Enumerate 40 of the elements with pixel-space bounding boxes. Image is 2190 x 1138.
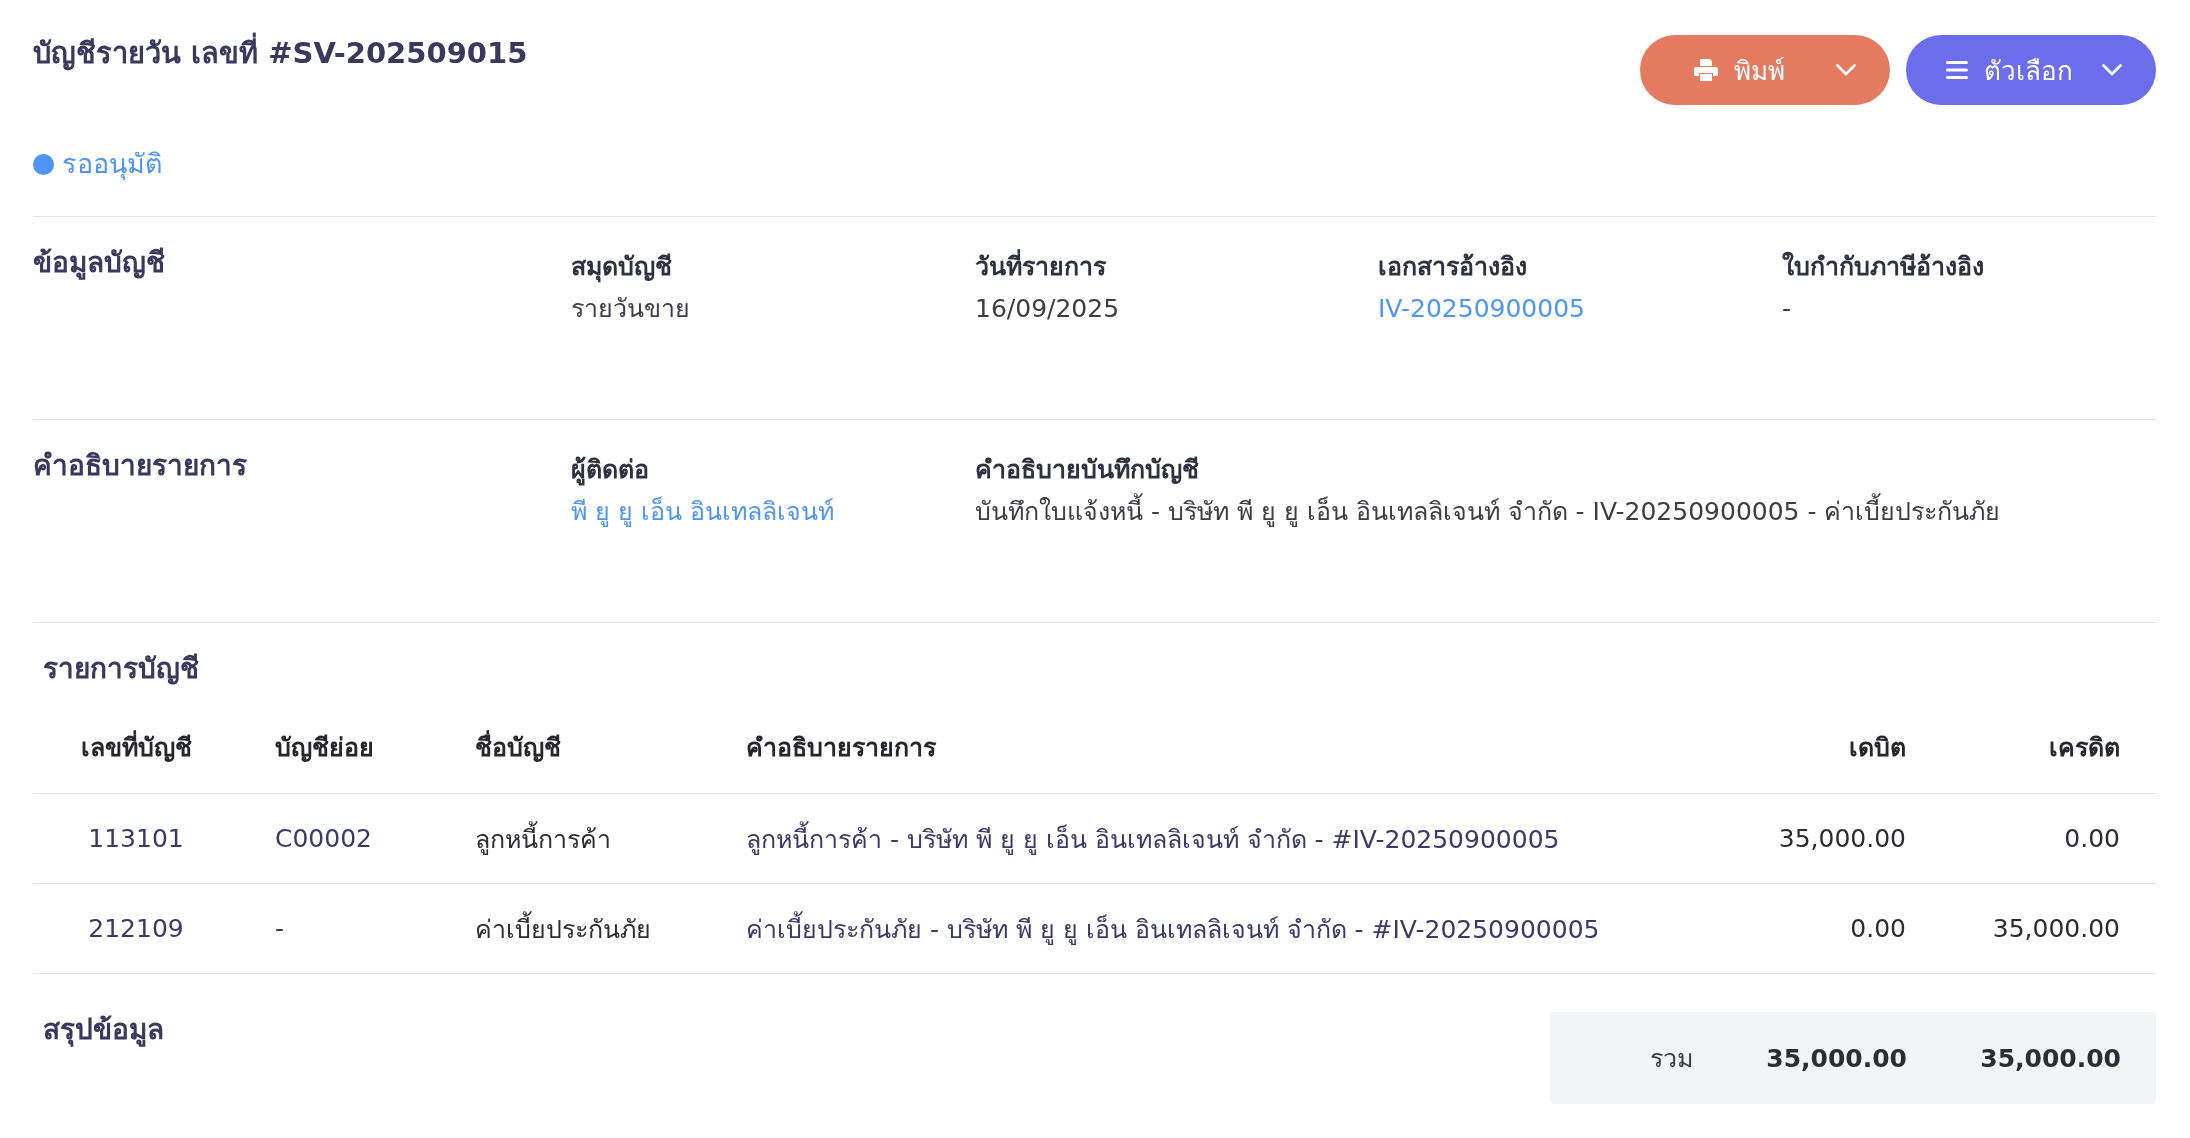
table-cell: 113101: [88, 824, 184, 853]
summary-heading: สรุปข้อมูล: [43, 1012, 164, 1049]
table-cell: 0.00: [2064, 824, 2120, 853]
section-heading: คำอธิบายรายการ: [33, 448, 247, 484]
menu-icon: [1946, 61, 1968, 79]
total-debit: 35,000.00: [1766, 1043, 1907, 1073]
reference-link[interactable]: IV-20250900005: [1378, 289, 1585, 329]
column-header: เดบิต: [1849, 733, 1906, 762]
field-label: วันที่รายการ: [975, 247, 1106, 287]
caret-icon: [2102, 64, 2122, 76]
total-label: รวม: [1650, 1044, 1693, 1073]
column-header: บัญชีย่อย: [275, 733, 374, 762]
field-label: สมุดบัญชี: [571, 251, 672, 285]
table-cell: 212109: [88, 914, 184, 943]
contact-link[interactable]: พี ยู ยู เอ็น อินเทลลิเจนท์: [571, 492, 834, 532]
field-label: ผู้ติดต่อ: [571, 454, 649, 488]
table-cell: 35,000.00: [1778, 824, 1906, 853]
printer-icon: [1694, 59, 1718, 81]
status-label: รออนุมัติ: [62, 147, 163, 182]
table-title: รายการบัญชี: [43, 651, 199, 687]
options-button[interactable]: ตัวเลือก: [1906, 35, 2156, 105]
total-credit: 35,000.00: [1980, 1043, 2121, 1073]
print-button[interactable]: พิมพ์: [1640, 35, 1890, 105]
table-cell: 0.00: [1850, 914, 1906, 943]
field-value: -: [1782, 293, 1792, 325]
field-value: บันทึกใบแจ้งหนี้ - บริษัท พี ยู ยู เอ็น อินเทลลิเจนท์ จำกัด - IV-20250900005 - ค่าเบี้ยประกันภัย: [975, 492, 2001, 532]
page-title: บัญชีรายวัน เลขที่ #SV-202509015: [33, 33, 528, 73]
table-cell: C00002: [275, 824, 372, 853]
table-cell: 35,000.00: [1992, 914, 2120, 943]
section-heading: ข้อมูลบัญชี: [33, 245, 165, 282]
field-label: คำอธิบายบันทึกบัญชี: [975, 454, 1199, 486]
field-value: 16/09/2025: [975, 293, 1120, 325]
column-header: เครดิต: [2049, 733, 2120, 762]
field-label: เอกสารอ้างอิง: [1378, 251, 1527, 283]
column-header: คำอธิบายรายการ: [746, 733, 936, 762]
field-label: ใบกำกับภาษีอ้างอิง: [1782, 250, 1984, 283]
status-dot-icon: [33, 153, 54, 175]
field-value: รายวันขาย: [571, 293, 690, 325]
table-cell: -: [275, 914, 285, 943]
caret-icon: [1836, 64, 1856, 76]
